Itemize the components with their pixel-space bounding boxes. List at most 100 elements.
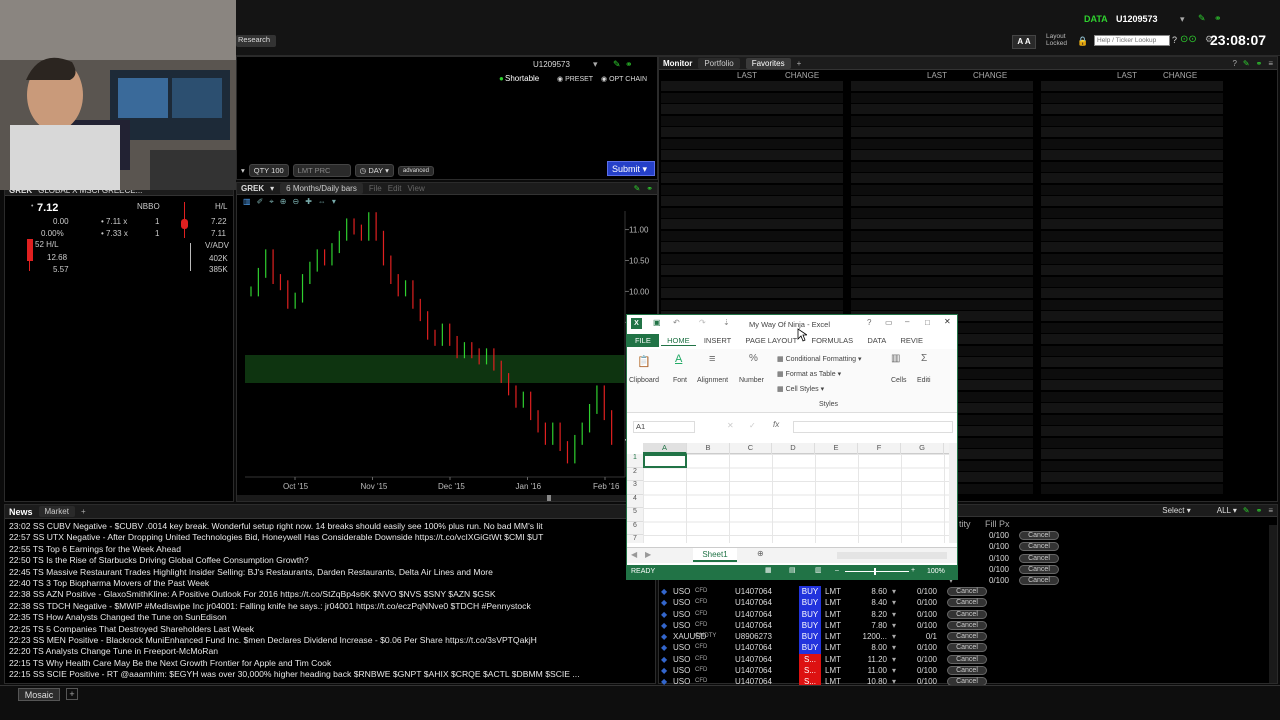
col-header-f[interactable]: F (858, 443, 901, 454)
tab-portfolio[interactable]: Portfolio (698, 57, 740, 69)
table-row[interactable]: ▾0/100Cancel (949, 553, 1099, 564)
monitor-row[interactable] (851, 265, 1033, 275)
chevron-down-icon[interactable]: ▾ (887, 631, 901, 642)
news-headline[interactable]: 22:38 SS TDCH Negative - $MWIP #Mediswip… (9, 601, 629, 612)
pencil-icon[interactable]: ✎ (1243, 506, 1250, 515)
monitor-row[interactable] (661, 127, 843, 137)
clipboard-group[interactable]: Clipboard (629, 377, 659, 384)
chart-type-icon[interactable]: ▥ (243, 197, 251, 207)
row-header-6[interactable]: 6 (627, 522, 643, 535)
percent-icon[interactable]: % (749, 353, 758, 364)
news-headline[interactable]: 22:15 SS SCIE Positive - RT @aaamhim: $E… (9, 669, 629, 680)
monitor-row[interactable] (1041, 449, 1223, 459)
order-price[interactable]: 8.60 (847, 586, 887, 597)
monitor-row[interactable] (851, 299, 1033, 310)
monitor-row[interactable] (851, 196, 1033, 206)
maximize-icon[interactable]: □ (925, 318, 930, 327)
table-row[interactable]: ◆ USO CFD U1407064 BUY LMT 8.20 ▾ 0/100 Cancel (661, 608, 1101, 620)
monitor-row[interactable] (1041, 196, 1223, 206)
chevron-down-icon[interactable]: ▾ (332, 197, 336, 207)
monitor-row[interactable] (851, 161, 1033, 172)
monitor-row[interactable] (661, 161, 843, 172)
chevron-down-icon[interactable]: ▾ (887, 665, 901, 676)
monitor-row[interactable] (1041, 92, 1223, 103)
news-headline[interactable]: 22:40 TS 3 Top Biopharma Movers of the P… (9, 578, 629, 589)
monitor-row[interactable] (851, 127, 1033, 137)
page-break-view-icon[interactable]: ▥ (815, 566, 822, 574)
news-headline[interactable]: 22:20 TS Analysts Change Tune in Freepor… (9, 646, 629, 657)
row-header-3[interactable]: 3 (627, 481, 643, 495)
ticker-lookup-input[interactable] (1094, 35, 1170, 46)
cells-group[interactable]: Cells (891, 377, 907, 384)
number-group[interactable]: Number (739, 377, 764, 384)
cancel-order-button[interactable]: Cancel (1019, 553, 1059, 563)
tab-data[interactable]: DATA (861, 336, 892, 345)
monitor-row[interactable] (851, 115, 1033, 126)
redo-icon[interactable]: ↷ (699, 318, 706, 327)
tab-favorites[interactable]: Favorites (745, 57, 791, 69)
page-layout-view-icon[interactable]: ▤ (789, 566, 796, 574)
undo-icon[interactable]: ↶ (673, 318, 680, 327)
monitor-row[interactable] (1041, 322, 1223, 333)
prev-sheet-icon[interactable]: ◀ (631, 550, 637, 559)
monitor-row[interactable] (1041, 104, 1223, 114)
news-headline[interactable]: 22:55 TS Top 6 Earnings for the Week Ahe… (9, 544, 629, 555)
horizontal-scrollbar[interactable] (837, 552, 947, 559)
chevron-down-icon[interactable]: ▾ (887, 620, 901, 631)
monitor-row[interactable] (851, 219, 1033, 229)
menu-edit[interactable]: Edit (388, 184, 402, 193)
monitor-row[interactable] (851, 150, 1033, 160)
normal-view-icon[interactable]: ▦ (765, 566, 772, 574)
monitor-row[interactable] (1041, 276, 1223, 287)
cancel-order-button[interactable]: Cancel (947, 587, 987, 596)
format-as-table-button[interactable]: ▦ Format as Table ▾ (777, 370, 841, 378)
cancel-order-button[interactable]: Cancel (947, 654, 987, 664)
monitor-row[interactable] (851, 92, 1033, 103)
font-group[interactable]: Font (673, 377, 687, 384)
cancel-order-button[interactable]: Cancel (947, 643, 987, 653)
monitor-row[interactable] (661, 92, 843, 103)
monitor-row[interactable] (1041, 161, 1223, 172)
link-icon[interactable]: ⚭ (1214, 13, 1222, 24)
monitor-row[interactable] (661, 219, 843, 229)
chart-symbol[interactable]: GREK (241, 184, 264, 193)
cells-icon[interactable]: ▥ (891, 353, 900, 364)
cells-area[interactable] (643, 454, 949, 543)
alignment-icon[interactable]: ≡ (709, 353, 715, 365)
account-selector[interactable]: U1209573 (1116, 14, 1158, 24)
cancel-order-button[interactable]: Cancel (1019, 576, 1059, 586)
table-row[interactable]: ▾0/100Cancel (949, 564, 1099, 575)
monitor-row[interactable] (661, 265, 843, 275)
zoom-in-icon[interactable]: ⊕ (280, 197, 287, 207)
customize-icon[interactable]: ⇣ (723, 318, 730, 327)
order-price[interactable]: 1200... (847, 631, 887, 642)
pencil-icon[interactable]: ✎ (1198, 13, 1206, 24)
tab-page-layout[interactable]: PAGE LAYOUT (739, 336, 803, 345)
opt-chain-radio[interactable]: ◉ OPT CHAIN (601, 75, 647, 83)
crosshair-icon[interactable]: ✚ (305, 197, 312, 207)
help-icon[interactable]: ? (1232, 59, 1236, 68)
clipboard-icon[interactable]: 📋 (637, 355, 651, 368)
table-row[interactable]: ▾0/100Cancel (949, 541, 1099, 552)
monitor-row[interactable] (1041, 426, 1223, 436)
tab-sheet1[interactable]: Sheet1 (693, 548, 737, 562)
order-account[interactable]: U1209573 (533, 60, 570, 69)
zoom-out-icon[interactable]: – (835, 567, 839, 574)
zoom-in-icon[interactable]: + (911, 567, 915, 574)
monitor-row[interactable] (851, 253, 1033, 264)
cancel-order-button[interactable]: Cancel (947, 620, 987, 630)
news-headline[interactable]: 22:35 TS How Analysts Changed the Tune o… (9, 612, 629, 623)
news-headline[interactable]: 23:02 SS CUBV Negative - $CUBV .0014 key… (9, 521, 629, 532)
cancel-order-button[interactable]: Cancel (1019, 531, 1059, 540)
add-tab-icon[interactable]: + (81, 507, 86, 516)
col-header-c[interactable]: C (730, 443, 772, 454)
chevron-down-icon[interactable]: ▾ (887, 586, 901, 597)
monitor-row[interactable] (1041, 368, 1223, 379)
order-price[interactable]: 7.80 (847, 620, 887, 631)
monitor-row[interactable] (661, 150, 843, 160)
row-header-2[interactable]: 2 (627, 468, 643, 481)
monitor-row[interactable] (1041, 219, 1223, 229)
filter-dropdown[interactable]: ALL ▾ (1217, 506, 1237, 515)
research-button[interactable]: Research (236, 35, 276, 47)
cancel-order-button[interactable]: Cancel (1019, 542, 1059, 552)
